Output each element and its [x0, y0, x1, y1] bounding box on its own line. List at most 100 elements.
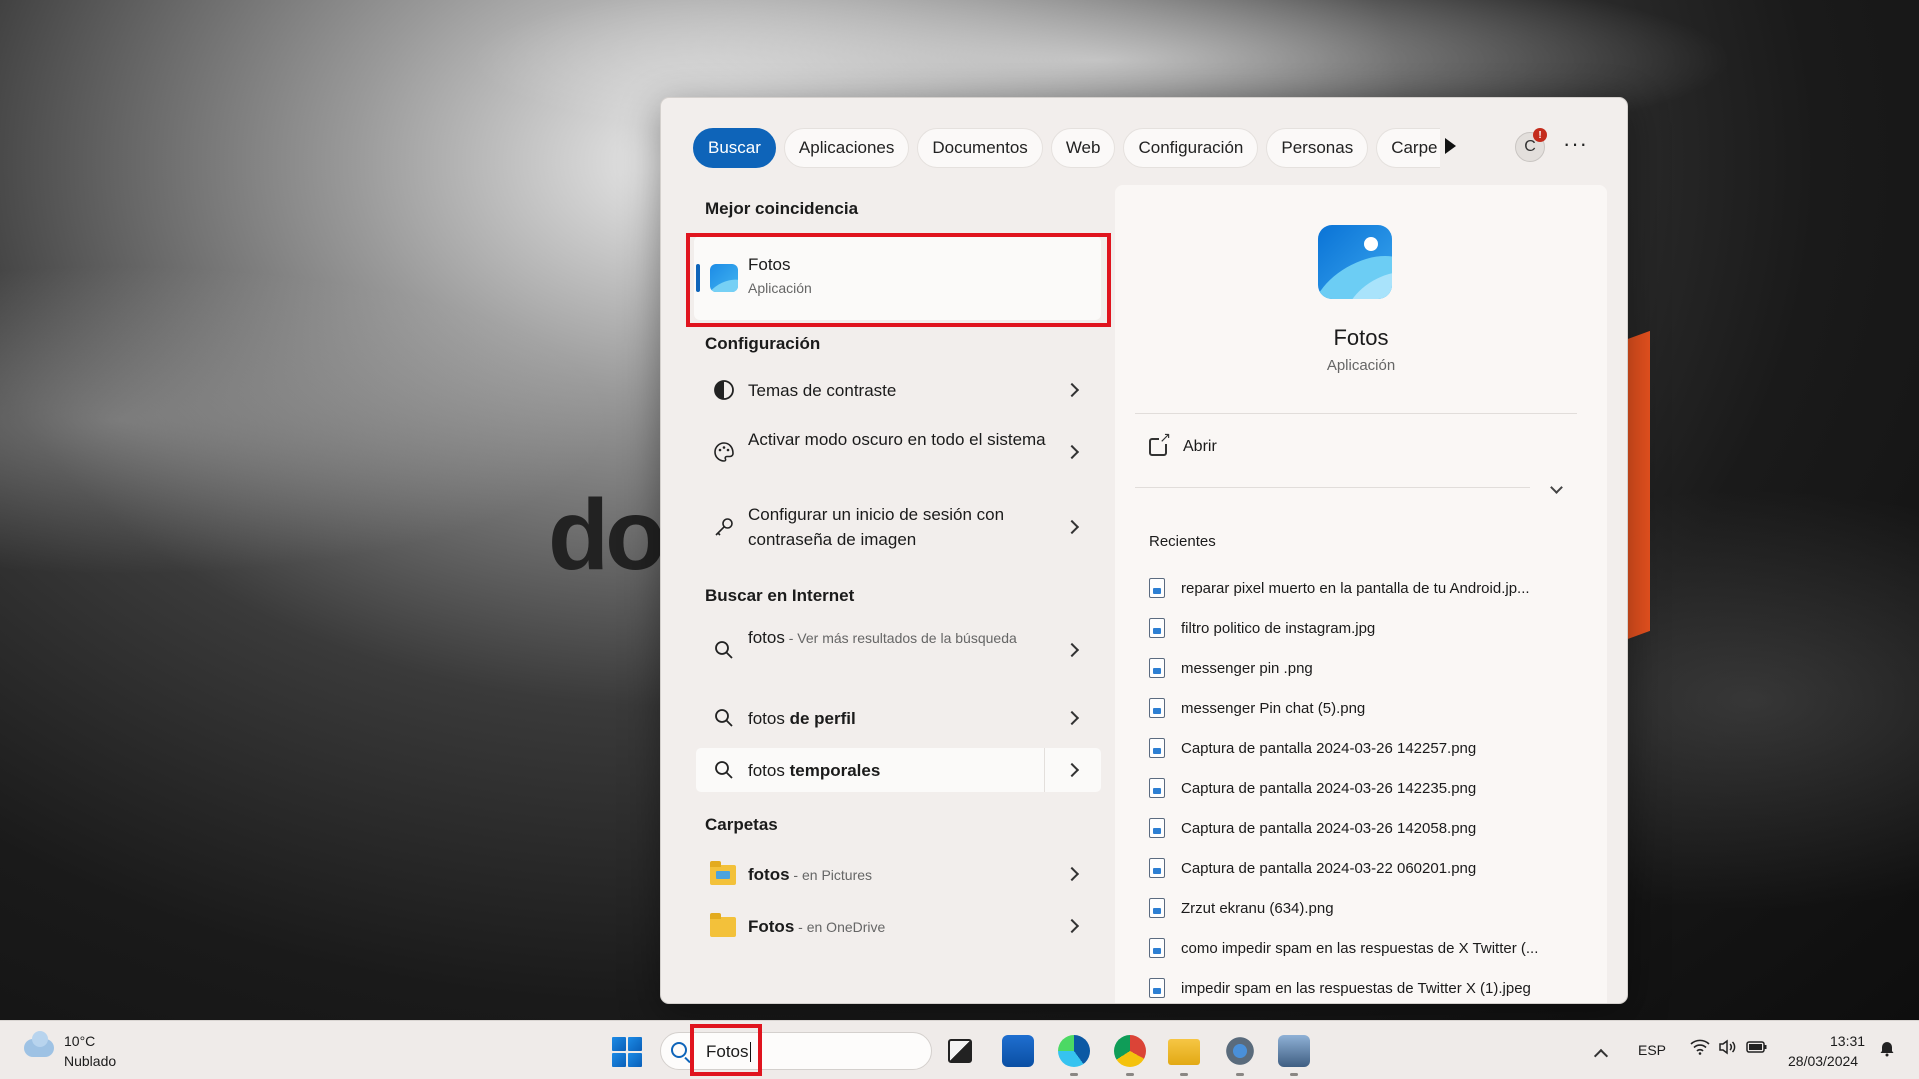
- web-result[interactable]: fotos temporales: [696, 748, 1101, 792]
- wifi-icon[interactable]: [1690, 1039, 1710, 1060]
- settings-result-label: Activar modo oscuro en todo el sistema: [748, 430, 1046, 449]
- tab-aplicaciones[interactable]: Aplicaciones: [783, 128, 910, 168]
- chevron-right-icon[interactable]: [1064, 762, 1080, 778]
- wallpaper-logo: do: [548, 479, 666, 591]
- web-result[interactable]: fotos - Ver más resultados de la búsqued…: [696, 618, 1101, 682]
- best-match-title: Fotos: [748, 255, 791, 274]
- image-file-icon: [1149, 978, 1165, 998]
- open-action[interactable]: Abrir: [1149, 430, 1217, 456]
- web-result-label: fotos de perfil: [748, 709, 856, 728]
- web-search-heading: Buscar en Internet: [705, 586, 855, 605]
- battery-icon[interactable]: [1746, 1040, 1768, 1057]
- web-result[interactable]: fotos de perfil: [696, 696, 1101, 740]
- account-badge: !: [1533, 128, 1547, 142]
- search-icon: [711, 757, 737, 783]
- search-icon: [671, 1042, 687, 1058]
- folder-result[interactable]: Fotos - en OneDrive: [696, 904, 1101, 948]
- web-result-label: fotos - Ver más resultados de la búsqued…: [748, 628, 1017, 647]
- more-options-icon[interactable]: ···: [1563, 133, 1588, 155]
- chevron-right-icon[interactable]: [1064, 710, 1080, 726]
- recent-file[interactable]: Captura de pantalla 2024-03-26 142257.pn…: [1149, 734, 1476, 762]
- open-label: Abrir: [1183, 438, 1217, 455]
- photos-app-icon: [710, 264, 738, 292]
- tabs-scroll-right-icon[interactable]: [1445, 138, 1456, 154]
- tab-buscar[interactable]: Buscar: [693, 128, 776, 168]
- contrast-icon: [711, 377, 737, 403]
- snipping-tool-icon[interactable]: [1278, 1035, 1310, 1067]
- best-match-heading: Mejor coincidencia: [705, 199, 859, 218]
- tab-carpetas[interactable]: Carpe: [1376, 128, 1441, 168]
- image-file-icon: [1149, 898, 1165, 918]
- search-icon: [711, 637, 737, 663]
- tab-configuracion[interactable]: Configuración: [1123, 128, 1259, 168]
- image-file-icon: [1149, 778, 1165, 798]
- selection-indicator: [696, 264, 700, 292]
- search-icon: [711, 705, 737, 731]
- image-file-icon: [1149, 698, 1165, 718]
- chevron-right-icon[interactable]: [1064, 866, 1080, 882]
- folder-result[interactable]: fotos - en Pictures: [696, 852, 1101, 896]
- settings-gear-icon[interactable]: [1224, 1035, 1256, 1067]
- file-explorer-icon[interactable]: [1168, 1039, 1200, 1065]
- best-match-result[interactable]: Fotos Aplicación: [694, 236, 1101, 320]
- show-hidden-icons-icon[interactable]: [1593, 1048, 1609, 1064]
- recent-file[interactable]: impedir spam en las respuestas de Twitte…: [1149, 974, 1531, 1002]
- start-button[interactable]: [612, 1037, 642, 1067]
- tab-documentos[interactable]: Documentos: [917, 128, 1043, 168]
- search-tabs: Buscar Aplicaciones Documentos Web Confi…: [693, 128, 1441, 168]
- clock-date[interactable]: 28/03/2024: [1788, 1053, 1858, 1069]
- weather-temperature: 10°C: [64, 1033, 96, 1049]
- settings-result[interactable]: Temas de contraste: [696, 368, 1101, 412]
- settings-result[interactable]: Activar modo oscuro en todo el sistema: [696, 420, 1101, 484]
- recent-file[interactable]: Captura de pantalla 2024-03-26 142235.pn…: [1149, 774, 1476, 802]
- chevron-right-icon[interactable]: [1064, 642, 1080, 658]
- search-panel: Buscar Aplicaciones Documentos Web Confi…: [660, 97, 1628, 1004]
- tab-personas[interactable]: Personas: [1266, 128, 1369, 168]
- image-file-icon: [1149, 858, 1165, 878]
- recent-file[interactable]: Zrzut ekranu (634).png: [1149, 894, 1334, 922]
- recent-heading: Recientes: [1149, 533, 1216, 550]
- preview-pane: Fotos Aplicación Abrir Recientes reparar…: [1115, 185, 1607, 1003]
- recent-file[interactable]: Captura de pantalla 2024-03-26 142058.pn…: [1149, 814, 1476, 842]
- folder-result-label: fotos - en Pictures: [748, 865, 873, 884]
- recent-file[interactable]: como impedir spam en las respuestas de X…: [1149, 934, 1538, 962]
- tab-web[interactable]: Web: [1050, 128, 1116, 168]
- recent-file[interactable]: messenger pin .png: [1149, 654, 1313, 682]
- open-external-icon: [1149, 430, 1172, 456]
- cloud-icon: [24, 1031, 54, 1057]
- image-file-icon: [1149, 938, 1165, 958]
- volume-icon[interactable]: [1718, 1039, 1738, 1058]
- folders-heading: Carpetas: [705, 815, 778, 834]
- settings-result-label: Configurar un inicio de sesión con contr…: [748, 505, 1005, 549]
- divider: [1135, 413, 1577, 414]
- chevron-right-icon[interactable]: [1064, 519, 1080, 535]
- chevron-right-icon[interactable]: [1064, 918, 1080, 934]
- taskbar: 10°C Nublado Fotos ESP 13:31 28/03/2024: [0, 1020, 1919, 1079]
- pictures-folder-icon: [710, 861, 736, 885]
- recent-file[interactable]: messenger Pin chat (5).png: [1149, 694, 1365, 722]
- settings-result-label: Temas de contraste: [748, 381, 897, 400]
- folder-icon: [710, 913, 736, 937]
- task-view-icon[interactable]: [948, 1039, 972, 1063]
- input-language[interactable]: ESP: [1638, 1042, 1666, 1058]
- chevron-right-icon[interactable]: [1064, 444, 1080, 460]
- store-icon[interactable]: [1002, 1035, 1034, 1067]
- settings-result[interactable]: Configurar un inicio de sesión con contr…: [696, 495, 1101, 559]
- preview-app-type: Aplicación: [1326, 357, 1396, 374]
- web-result-label: fotos temporales: [748, 761, 881, 780]
- clock-time[interactable]: 13:31: [1830, 1033, 1865, 1049]
- notifications-icon[interactable]: [1878, 1039, 1896, 1060]
- image-file-icon: [1149, 578, 1165, 598]
- running-indicator: [1290, 1073, 1298, 1076]
- image-file-icon: [1149, 658, 1165, 678]
- chevron-down-icon[interactable]: [1550, 481, 1563, 494]
- chevron-right-icon[interactable]: [1064, 382, 1080, 398]
- running-indicator: [1236, 1073, 1244, 1076]
- recent-file[interactable]: Captura de pantalla 2024-03-22 060201.pn…: [1149, 854, 1476, 882]
- red-highlight-box: [690, 1024, 762, 1076]
- recent-file[interactable]: filtro politico de instagram.jpg: [1149, 614, 1375, 642]
- chrome-icon[interactable]: [1114, 1035, 1146, 1067]
- recent-file[interactable]: reparar pixel muerto en la pantalla de t…: [1149, 574, 1530, 602]
- edge-icon[interactable]: [1058, 1035, 1090, 1067]
- preview-app-name: Fotos: [1333, 325, 1389, 350]
